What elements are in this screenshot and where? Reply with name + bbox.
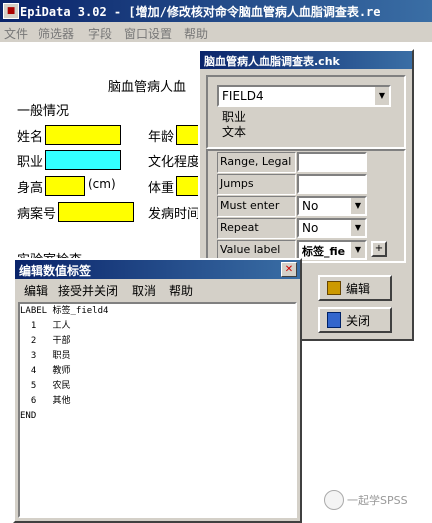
- occupation-field[interactable]: [45, 150, 121, 170]
- editor-line: LABEL 标签_field4: [20, 306, 109, 316]
- app-icon: ■: [3, 3, 19, 19]
- value-label-dialog-titlebar: 编辑数值标签 ✕: [15, 260, 300, 279]
- watermark-logo-icon: [324, 490, 344, 510]
- editor-line: 4 教师: [20, 366, 71, 376]
- chevron-down-icon[interactable]: ▼: [350, 198, 365, 214]
- editor-line: 2 干部: [20, 336, 71, 346]
- editor-line: 6 其他: [20, 396, 71, 406]
- door-icon: [327, 312, 341, 328]
- label-onset-time: 发病时间: [148, 207, 201, 222]
- range-legal-label: Range, Legal: [217, 152, 296, 173]
- case-no-field[interactable]: [58, 202, 134, 222]
- menu-file[interactable]: 文件: [4, 25, 28, 42]
- age-field[interactable]: [176, 125, 200, 145]
- label-age: 年龄: [148, 130, 175, 145]
- name-field[interactable]: [45, 125, 121, 145]
- editor-line: 3 职员: [20, 351, 71, 361]
- vl-menu-edit[interactable]: 编辑: [24, 282, 48, 299]
- add-value-label-button[interactable]: +: [371, 241, 387, 257]
- weight-field[interactable]: [176, 176, 200, 196]
- value-label-dialog-title: 编辑数值标签: [19, 264, 92, 278]
- label-occupation: 职业: [17, 155, 44, 170]
- field-type: 文本: [222, 125, 247, 139]
- app-title: EpiData 3.02 - [增加/修改核对命令脑血管病人血脂调查表.re: [20, 5, 381, 19]
- range-legal-input[interactable]: [297, 152, 367, 172]
- field-select-value: FIELD4: [222, 89, 264, 103]
- editor-line: 1 工人: [20, 321, 71, 331]
- menu-window[interactable]: 窗口设置: [124, 25, 172, 42]
- label-education: 文化程度: [148, 155, 201, 170]
- label-name: 姓名: [17, 130, 44, 145]
- chevron-down-icon[interactable]: ▼: [374, 87, 389, 105]
- vl-menu-accept-close[interactable]: 接受并关闭: [58, 282, 118, 299]
- must-enter-label: Must enter: [217, 196, 296, 217]
- chk-dialog-title: 脑血管病人血脂调查表.chk: [204, 55, 340, 68]
- close-icon[interactable]: ✕: [281, 262, 297, 277]
- repeat-label: Repeat: [217, 218, 296, 239]
- menu-help[interactable]: 帮助: [184, 25, 208, 42]
- height-unit: (cm): [88, 177, 116, 191]
- menu-filter[interactable]: 筛选器: [38, 25, 74, 42]
- section-general: 一般情况: [17, 104, 70, 119]
- jumps-input[interactable]: [297, 174, 367, 194]
- editor-line: END: [20, 411, 37, 421]
- vl-menu-help[interactable]: 帮助: [169, 282, 193, 299]
- must-enter-select[interactable]: No ▼: [297, 196, 367, 216]
- field-select[interactable]: FIELD4 ▼: [217, 85, 391, 107]
- label-case-no: 病案号: [17, 207, 57, 222]
- value-label-dialog: 编辑数值标签 ✕ 编辑 接受并关闭 取消 帮助 LABEL 标签_field4 …: [13, 258, 302, 523]
- edit-icon: [327, 281, 341, 295]
- watermark-text: 一起学SPSS: [347, 494, 408, 507]
- menu-field[interactable]: 字段: [88, 25, 112, 42]
- jumps-label: Jumps: [217, 174, 296, 195]
- close-button[interactable]: 关闭: [318, 307, 392, 333]
- vl-menu-cancel[interactable]: 取消: [132, 282, 156, 299]
- chevron-down-icon[interactable]: ▼: [350, 242, 365, 258]
- value-label-menubar: 编辑 接受并关闭 取消 帮助: [15, 282, 300, 300]
- height-field[interactable]: [45, 176, 85, 196]
- form-heading: 脑血管病人血: [108, 80, 187, 95]
- label-height: 身高: [17, 181, 44, 196]
- menubar: 文件 筛选器 字段 窗口设置 帮助: [0, 22, 432, 42]
- label-weight: 体重: [148, 181, 175, 196]
- editor-line: 5 农民: [20, 381, 71, 391]
- chevron-down-icon[interactable]: ▼: [350, 220, 365, 236]
- chk-dialog-titlebar: 脑血管病人血脂调查表.chk: [200, 51, 412, 69]
- app-titlebar: ■ EpiData 3.02 - [增加/修改核对命令脑血管病人血脂调查表.re: [0, 0, 432, 22]
- value-label-editor[interactable]: LABEL 标签_field4 1 工人 2 干部 3 职员 4 教师 5 农民…: [18, 302, 297, 518]
- repeat-select[interactable]: No ▼: [297, 218, 367, 238]
- value-label-select[interactable]: 标签_fie ▼: [297, 240, 367, 260]
- edit-button[interactable]: 编辑: [318, 275, 392, 301]
